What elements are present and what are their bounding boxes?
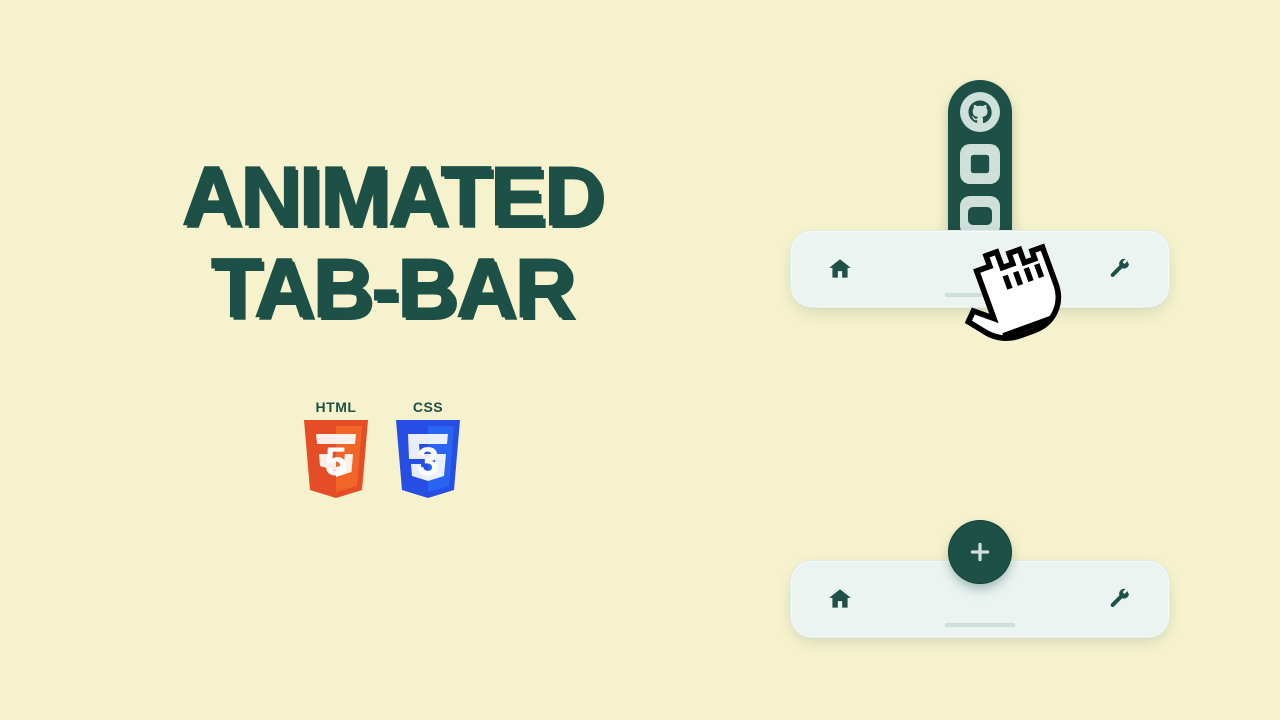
html5-shield-icon: 5: [300, 420, 372, 502]
github-icon[interactable]: [960, 92, 1000, 132]
settings-button[interactable]: [1105, 584, 1135, 614]
plus-icon: [967, 539, 993, 565]
html5-label: HTML: [316, 400, 357, 414]
settings-button[interactable]: [1105, 254, 1135, 284]
home-icon: [827, 586, 853, 612]
headline: ANIMATED TAB-BAR: [112, 154, 672, 338]
center-button[interactable]: [965, 254, 995, 284]
headline-line-2: TAB-BAR: [112, 246, 672, 330]
tech-badges: HTML 5 CSS 3: [300, 400, 464, 502]
wrench-icon: [1108, 257, 1132, 281]
home-icon: [827, 256, 853, 282]
css3-label: CSS: [413, 400, 443, 414]
css3-badge: CSS 3: [392, 400, 464, 502]
tabbar-expanded: [790, 230, 1170, 308]
add-button[interactable]: [948, 520, 1012, 584]
home-button[interactable]: [825, 254, 855, 284]
css3-shield-icon: 3: [392, 420, 464, 502]
home-button[interactable]: [825, 584, 855, 614]
css3-number: 3: [392, 420, 464, 502]
html5-number: 5: [300, 420, 372, 502]
linkedin-icon[interactable]: [960, 144, 1000, 184]
wrench-icon: [1108, 587, 1132, 611]
center-button[interactable]: [965, 584, 995, 614]
headline-line-1: ANIMATED: [112, 154, 672, 238]
html5-badge: HTML 5: [300, 400, 372, 502]
